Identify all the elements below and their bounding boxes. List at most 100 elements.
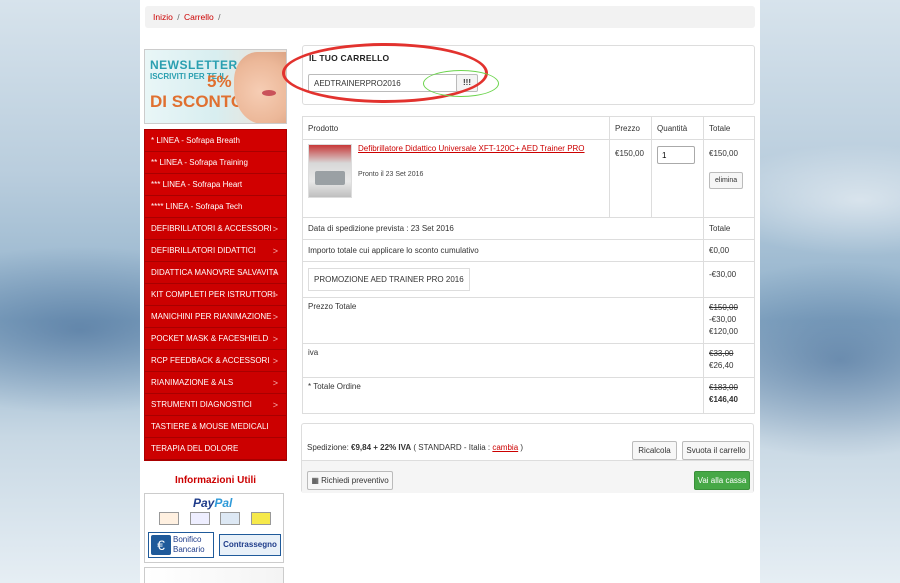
empty-cart-button[interactable]: Svuota il carrello	[682, 441, 750, 460]
chevron-right-icon: >	[272, 224, 278, 234]
banner-percent: 5%	[207, 72, 232, 91]
paypal-logo: PayPal	[193, 496, 233, 510]
chevron-right-icon: >	[272, 268, 278, 278]
table-row: PROMOZIONE AED TRAINER PRO 2016 -€30,00	[302, 261, 755, 298]
chevron-right-icon: >	[272, 246, 278, 256]
table-header-row: Prodotto Prezzo Quantità Totale	[301, 116, 755, 140]
promo-value: -€30,00	[703, 261, 755, 298]
menu-item[interactable]: STRUMENTI DIAGNOSTICI >	[145, 394, 286, 416]
product-image[interactable]	[308, 144, 352, 198]
category-menu: * LINEA - Sofrapa Breath ** LINEA - Sofr…	[144, 129, 287, 461]
menu-item[interactable]: * LINEA - Sofrapa Breath	[145, 130, 286, 152]
shipping-panel: Spedizione: €9,84 + 22% IVA ( STANDARD -…	[301, 423, 754, 493]
order-total-values: €183,00 €146,40	[703, 377, 755, 414]
cart-table: Prodotto Prezzo Quantità Totale Defibril…	[301, 116, 755, 414]
info-title: Informazioni Utili	[174, 475, 257, 486]
bank-transfer-logo: € Bonifico Bancario	[148, 532, 214, 558]
checkout-button[interactable]: Vai alla cassa	[694, 471, 750, 490]
request-quote-button[interactable]: ▦ Richiedi preventivo	[307, 471, 393, 490]
header-total: Totale	[703, 116, 755, 140]
menu-item[interactable]: RIANIMAZIONE & ALS >	[145, 372, 286, 394]
shipping-amount: €9,84 + 22% IVA	[351, 443, 412, 452]
quantity-input[interactable]	[657, 146, 696, 164]
shipping-date-value: Totale	[703, 217, 755, 240]
chevron-right-icon: >	[272, 378, 278, 388]
table-row: * Totale Ordine €183,00 €146,40	[302, 377, 755, 414]
vat-old: €33,00	[709, 349, 734, 358]
menu-item[interactable]: MANICHINI PER RIANIMAZIONE >	[145, 306, 286, 328]
menu-item[interactable]: DEFIBRILLATORI DIDATTICI >	[145, 240, 286, 262]
total-cell: €150,00 elimina	[703, 139, 755, 218]
product-cell: Defibrillatore Didattico Universale XFT-…	[301, 139, 611, 218]
banner-face-image	[234, 52, 286, 123]
menu-item[interactable]: TERAPIA DEL DOLORE	[145, 438, 286, 460]
chevron-right-icon: >	[272, 356, 278, 366]
recalculate-button[interactable]: Ricalcola	[632, 441, 677, 460]
euro-icon: €	[151, 535, 171, 555]
banner-discount: DI SCONTO	[150, 92, 245, 111]
header-product: Prodotto	[301, 116, 611, 140]
qty-cell	[651, 139, 704, 218]
sidebar: NEWSLETTER ISCRIVITI PER TE IL 5% DI SCO…	[144, 49, 287, 583]
payment-methods-box: PayPal € Bonifico Bancario Contrassegno	[144, 493, 284, 563]
banner-title: NEWSLETTER	[150, 58, 238, 72]
discount-base-value: €0,00	[703, 239, 755, 262]
vat-new: €26,40	[709, 361, 734, 370]
menu-item[interactable]: DIDATTICA MANOVRE SALVAVITA >	[145, 262, 286, 284]
change-shipping-link[interactable]: cambia	[492, 443, 518, 452]
header-qty: Quantità	[651, 116, 704, 140]
table-row: iva €33,00 €26,40	[302, 343, 755, 378]
newsletter-banner[interactable]: NEWSLETTER ISCRIVITI PER TE IL 5% DI SCO…	[144, 49, 287, 124]
promo-cell: PROMOZIONE AED TRAINER PRO 2016	[302, 261, 704, 298]
visa-electron-icon	[220, 512, 241, 525]
mastercard-icon	[159, 512, 179, 525]
subtotal-discount: -€30,00	[709, 315, 737, 324]
order-total-label: * Totale Ordine	[302, 377, 704, 414]
breadcrumb: Inizio / Carrello /	[145, 6, 755, 28]
order-total-old: €183,00	[709, 383, 738, 392]
menu-item[interactable]: *** LINEA - Sofrapa Heart	[145, 174, 286, 196]
order-total-new: €146,40	[709, 395, 738, 404]
menu-item[interactable]: KIT COMPLETI PER ISTRUTTORI >	[145, 284, 286, 306]
menu-item[interactable]: **** LINEA - Sofrapa Tech	[145, 196, 286, 218]
highlight-circle-green	[423, 70, 499, 97]
table-row: Prezzo Totale €150,00 -€30,00 €120,00	[302, 297, 755, 344]
bottom-image	[144, 567, 284, 583]
chevron-right-icon: >	[272, 290, 278, 300]
banner-lips-image	[262, 90, 276, 96]
subtotal-old: €150,00	[709, 303, 738, 312]
product-total: €150,00	[709, 149, 738, 158]
subtotal-values: €150,00 -€30,00 €120,00	[703, 297, 755, 344]
breadcrumb-separator: /	[218, 12, 221, 22]
discount-base-label: Importo totale cui applicare lo sconto c…	[302, 239, 704, 262]
product-ready-date: Pronto il 23 Set 2016	[358, 171, 424, 178]
subtotal-new: €120,00	[709, 327, 738, 336]
visa-icon	[189, 512, 210, 525]
shipping-actions-bar: ▦ Richiedi preventivo Vai alla cassa	[302, 460, 753, 493]
table-row: Defibrillatore Didattico Universale XFT-…	[301, 139, 755, 218]
vat-values: €33,00 €26,40	[703, 343, 755, 378]
menu-item[interactable]: POCKET MASK & FACESHIELD >	[145, 328, 286, 350]
cash-on-delivery-logo: Contrassegno	[219, 534, 281, 556]
card-logos	[159, 512, 279, 527]
table-row: Data di spedizione prevista : 23 Set 201…	[302, 217, 755, 240]
breadcrumb-separator: /	[177, 12, 180, 22]
table-row: Importo totale cui applicare lo sconto c…	[302, 239, 755, 262]
menu-item[interactable]: TASTIERE & MOUSE MEDICALI	[145, 416, 286, 438]
breadcrumb-home[interactable]: Inizio	[153, 12, 173, 22]
menu-item[interactable]: DEFIBRILLATORI & ACCESSORI >	[145, 218, 286, 240]
promo-label: PROMOZIONE AED TRAINER PRO 2016	[308, 268, 470, 291]
chevron-right-icon: >	[272, 334, 278, 344]
subtotal-label: Prezzo Totale	[302, 297, 704, 344]
product-price: €150,00	[609, 139, 653, 218]
vat-label: iva	[302, 343, 704, 378]
breadcrumb-cart[interactable]: Carrello	[184, 12, 214, 22]
menu-item[interactable]: ** LINEA - Sofrapa Training	[145, 152, 286, 174]
chevron-right-icon: >	[272, 400, 278, 410]
shipping-date-label: Data di spedizione prevista : 23 Set 201…	[302, 217, 704, 240]
product-name-link[interactable]: Defibrillatore Didattico Universale XFT-…	[358, 144, 585, 153]
remove-item-button[interactable]: elimina	[709, 172, 744, 189]
menu-item[interactable]: RCP FEEDBACK & ACCESSORI >	[145, 350, 286, 372]
shipping-info: Spedizione: €9,84 + 22% IVA ( STANDARD -…	[307, 443, 524, 452]
calculator-icon: ▦	[311, 476, 322, 485]
